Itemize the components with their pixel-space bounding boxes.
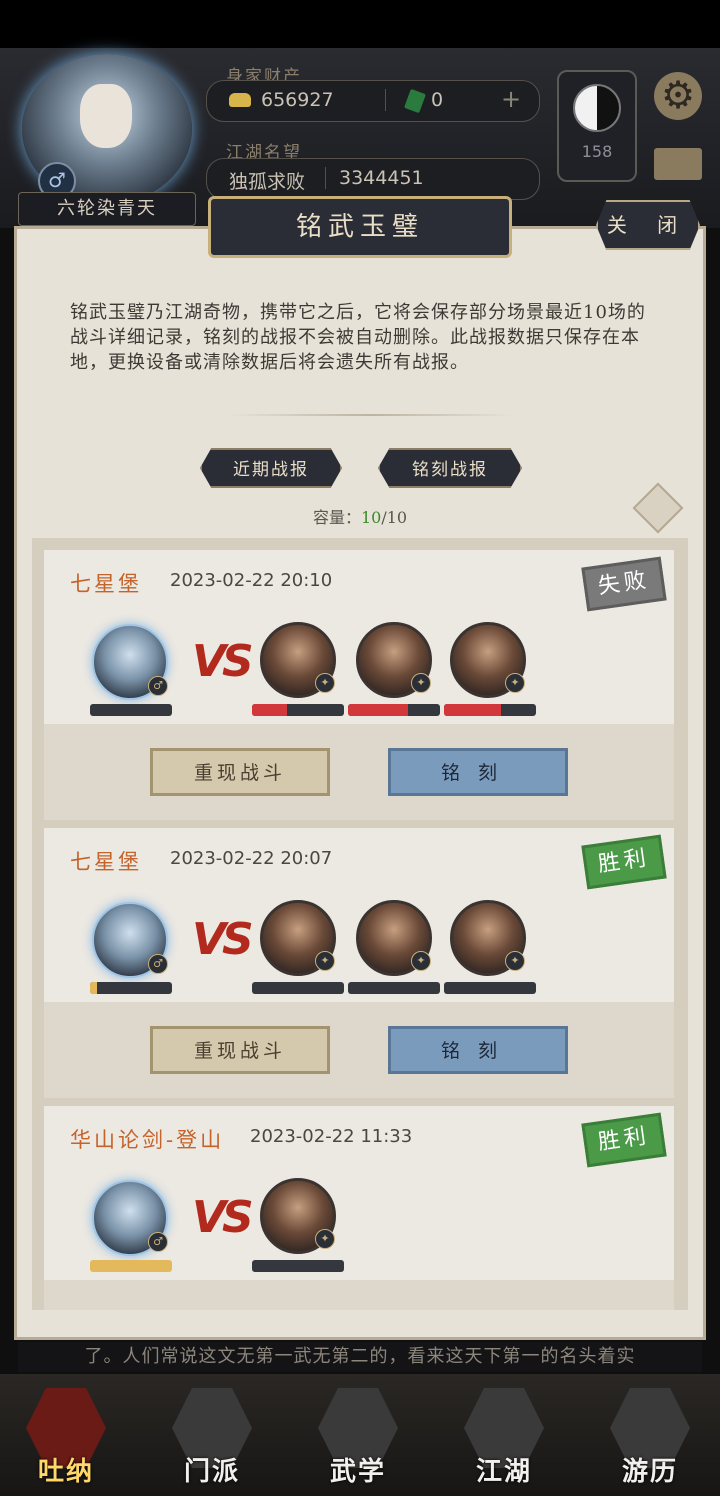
silver-amount: 656927	[261, 89, 334, 111]
ticket-icon	[404, 88, 426, 114]
silver-ingot-icon	[229, 93, 251, 107]
hp-fill	[252, 704, 287, 716]
enemy-hero-portrait: ✦	[260, 900, 336, 976]
enemy-hero-portrait: ✦	[356, 900, 432, 976]
enemy-hp-bar	[252, 1260, 344, 1272]
capacity-used: 10	[360, 508, 382, 527]
capacity-label: 容量：	[312, 508, 361, 527]
replay-battle-button[interactable]: 重现战斗	[150, 1026, 330, 1074]
enemy-hero-portrait: ✦	[450, 622, 526, 698]
avatar-mask	[80, 84, 132, 148]
enemy-hp-bar	[444, 982, 536, 994]
enemy-hp-bar	[348, 704, 440, 716]
enemy-hp-bar	[348, 982, 440, 994]
nav-item-martial-arts[interactable]: 武学	[298, 1374, 418, 1496]
close-button[interactable]: 关 闭	[596, 200, 700, 250]
news-ticker: 了。人们常说这文无第一武无第二的，看来这天下第一的名头着实	[18, 1342, 702, 1372]
capacity-total: /10	[381, 508, 408, 527]
ticket-amount: 0	[431, 89, 444, 111]
self-hp-bar	[90, 1260, 172, 1272]
enemy-hp-bar	[252, 704, 344, 716]
nav-label: 武学	[329, 1457, 386, 1487]
card-actions: 重现战斗 铭刻	[44, 724, 674, 820]
fame-value: 3344451	[339, 167, 424, 189]
nav-label: 江湖	[475, 1457, 532, 1487]
hp-fill	[444, 704, 502, 716]
nav-item-sect[interactable]: 门派	[152, 1374, 272, 1496]
enemy-hero-portrait: ✦	[260, 1178, 336, 1254]
enemy-hero-portrait: ✦	[356, 622, 432, 698]
battle-record-list[interactable]: 七星堡 2023-02-22 20:10 失败 ♂ VS ✦ ✦ ✦ 重现战斗 …	[32, 538, 688, 1310]
panel-description: 铭武玉璧乃江湖奇物，携带它之后，它将会保存部分场景最近10场的战斗详细记录，铭刻…	[70, 302, 646, 373]
enemy-hero-portrait: ✦	[260, 622, 336, 698]
nav-label: 吐纳	[37, 1457, 94, 1487]
sect-badge-icon: ✦	[411, 673, 431, 693]
nav-item-jianghu[interactable]: 江湖	[444, 1374, 564, 1496]
hp-fill	[90, 1260, 172, 1272]
tab-engraved-reports[interactable]: 铭刻战报	[378, 448, 522, 488]
level-badge[interactable]: 158	[557, 70, 637, 182]
nav-label: 游历	[621, 1457, 678, 1487]
sect-badge-icon: ✦	[411, 951, 431, 971]
divider	[226, 414, 516, 416]
vs-icon: VS	[192, 1192, 254, 1243]
fame-bar: 独孤求败 3344451	[206, 158, 540, 200]
male-icon: ♂	[148, 676, 168, 696]
self-hero-portrait: ♂	[92, 902, 168, 978]
fame-title: 独孤求败	[229, 171, 306, 193]
battle-record-card: 七星堡 2023-02-22 20:10 失败 ♂ VS ✦ ✦ ✦ 重现战斗 …	[44, 550, 674, 820]
wealth-bar: 656927 0 +	[206, 80, 540, 122]
card-actions	[44, 1280, 674, 1310]
hp-fill	[348, 704, 408, 716]
nav-item-travel[interactable]: 游历	[590, 1374, 710, 1496]
result-stamp: 失败	[581, 556, 667, 612]
fame-divider	[325, 167, 326, 189]
engrave-button[interactable]: 铭刻	[388, 748, 568, 796]
vs-icon: VS	[192, 636, 254, 687]
replay-battle-button[interactable]: 重现战斗	[150, 748, 330, 796]
self-hero-portrait: ♂	[92, 1180, 168, 1256]
male-icon: ♂	[148, 1232, 168, 1252]
bottom-nav: 吐纳 门派 武学 江湖 游历	[0, 1374, 720, 1496]
mail-icon[interactable]	[654, 148, 702, 180]
sect-badge-icon: ✦	[505, 673, 525, 693]
gear-icon[interactable]: ⚙	[654, 72, 702, 120]
sect-badge-icon: ✦	[315, 673, 335, 693]
result-stamp: 胜利	[581, 1112, 667, 1168]
self-hp-bar	[90, 704, 172, 716]
yinyang-icon	[573, 84, 621, 132]
record-location: 华山论剑-登山	[70, 1128, 225, 1152]
sect-badge-icon: ✦	[315, 1229, 335, 1249]
nav-label: 门派	[183, 1457, 240, 1487]
male-icon: ♂	[148, 954, 168, 974]
status-bar	[0, 0, 720, 48]
vs-icon: VS	[192, 914, 254, 965]
record-location: 七星堡	[70, 572, 142, 596]
self-hero-portrait: ♂	[92, 624, 168, 700]
player-name: 六轮染青天	[18, 192, 196, 226]
enemy-hero-portrait: ✦	[450, 900, 526, 976]
level-value: 158	[581, 142, 613, 161]
self-hp-bar	[90, 982, 172, 994]
sect-badge-icon: ✦	[505, 951, 525, 971]
card-actions: 重现战斗 铭刻	[44, 1002, 674, 1098]
record-datetime: 2023-02-22 20:10	[170, 570, 333, 591]
record-location: 七星堡	[70, 850, 142, 874]
tab-recent-reports[interactable]: 近期战报	[200, 448, 342, 488]
sect-badge-icon: ✦	[315, 951, 335, 971]
wealth-divider	[385, 89, 386, 111]
add-currency-button[interactable]: +	[501, 85, 521, 113]
capacity-indicator: 容量：10/10	[300, 504, 420, 528]
enemy-hp-bar	[252, 982, 344, 994]
enemy-hp-bar	[444, 704, 536, 716]
battle-record-card: 七星堡 2023-02-22 20:07 胜利 ♂ VS ✦ ✦ ✦ 重现战斗 …	[44, 828, 674, 1098]
hp-fill	[90, 982, 97, 994]
nav-item-tuna[interactable]: 吐纳	[6, 1374, 126, 1496]
engrave-button[interactable]: 铭刻	[388, 1026, 568, 1074]
battle-record-card: 华山论剑-登山 2023-02-22 11:33 胜利 ♂ VS ✦	[44, 1106, 674, 1310]
panel-title: 铭武玉璧	[208, 196, 512, 258]
result-stamp: 胜利	[581, 834, 667, 890]
record-datetime: 2023-02-22 20:07	[170, 848, 333, 869]
record-datetime: 2023-02-22 11:33	[250, 1126, 413, 1147]
